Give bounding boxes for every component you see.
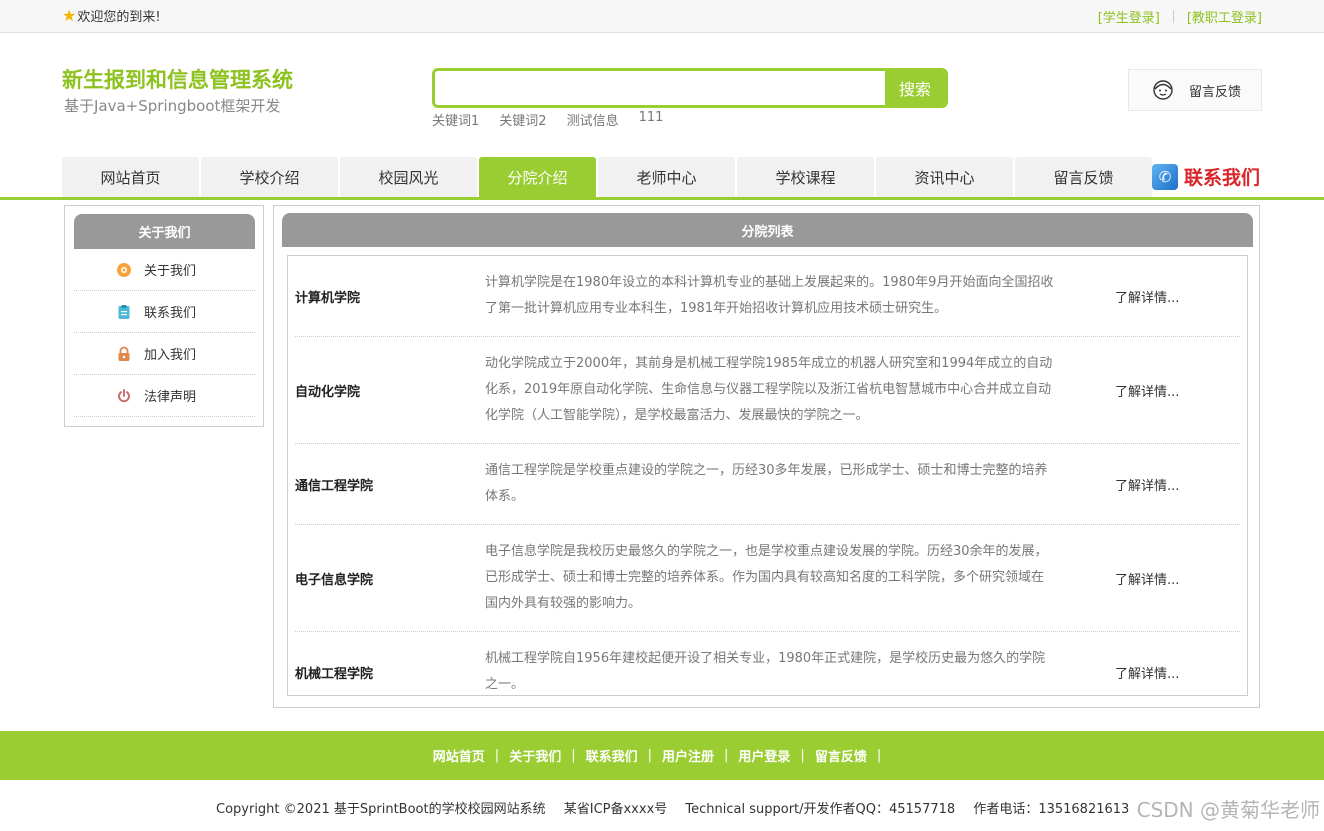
sidebar-item-label: 法律声明 bbox=[144, 390, 197, 405]
college-name[interactable]: 机械工程学院 bbox=[295, 663, 485, 682]
sidebar-item-legal[interactable]: 法律声明 bbox=[74, 375, 255, 417]
keyword-link[interactable]: 关键词1 bbox=[432, 110, 479, 129]
sidebar-item-join[interactable]: 加入我们 bbox=[74, 333, 255, 375]
nav-item-courses[interactable]: 学校课程 bbox=[737, 157, 874, 197]
sidebar-item-label: 关于我们 bbox=[144, 264, 197, 279]
site-title: 新生报到和信息管理系统 bbox=[62, 68, 293, 92]
copyright-info: Copyright ©2021 基于SprintBoot的学校校园网站系统 某省… bbox=[216, 798, 1143, 817]
sidebar-item-contact[interactable]: 联系我们 bbox=[74, 291, 255, 333]
info-icon bbox=[116, 262, 132, 278]
site-subtitle: 基于Java+Springboot框架开发 bbox=[64, 97, 281, 115]
sidebar-item-about[interactable]: 关于我们 bbox=[74, 249, 255, 291]
phone-text: 作者电话：13516821613 bbox=[973, 802, 1130, 817]
college-description: 通信工程学院是学校重点建设的学院之一，历经30多年发展，已形成学士、硕士和博士完… bbox=[485, 463, 1048, 504]
sidebar: 关于我们 关于我们 联系我们 加入我们 法律声明 bbox=[64, 205, 264, 427]
divider bbox=[1172, 10, 1174, 23]
footer-separator: | bbox=[494, 748, 500, 763]
phone-icon: ✆ bbox=[1152, 163, 1178, 190]
footer-nav: 网站首页 | 关于我们 | 联系我们 | 用户注册 | 用户登录 | 留言反馈 | bbox=[0, 731, 1324, 780]
student-login-link[interactable]: [学生登录] bbox=[1098, 7, 1160, 26]
more-details-link[interactable]: 了解详情... bbox=[1115, 569, 1179, 588]
more-details-link[interactable]: 了解详情... bbox=[1115, 663, 1179, 682]
lock-icon bbox=[116, 346, 132, 362]
footer-separator: | bbox=[571, 748, 576, 763]
welcome-text: 欢迎您的到来! bbox=[77, 10, 161, 25]
icp-text: 某省ICP备xxxx号 bbox=[563, 802, 668, 817]
college-row: 计算机学院 计算机学院是在1980年设立的本科计算机专业的基础上发展起来的。19… bbox=[295, 256, 1240, 337]
keyword-link[interactable]: 关键词2 bbox=[499, 110, 546, 129]
nav-divider bbox=[0, 197, 1324, 200]
top-bar: ★ 欢迎您的到来! [学生登录] [教职工登录] bbox=[0, 0, 1324, 33]
college-description: 计算机学院是在1980年设立的本科计算机专业的基础上发展起来的。1980年9月开… bbox=[485, 275, 1054, 316]
footer-link-register[interactable]: 用户注册 bbox=[662, 746, 714, 765]
more-details-link[interactable]: 了解详情... bbox=[1115, 475, 1179, 494]
college-description: 动化学院成立于2000年，其前身是机械工程学院1985年成立的机器人研究室和19… bbox=[485, 356, 1053, 423]
footer-separator: | bbox=[647, 748, 652, 763]
college-name[interactable]: 通信工程学院 bbox=[295, 475, 485, 494]
sidebar-title: 关于我们 bbox=[74, 214, 255, 249]
nav-item-campus-scenery[interactable]: 校园风光 bbox=[340, 157, 477, 197]
feedback-button[interactable]: 留言反馈 bbox=[1128, 69, 1262, 111]
college-row: 自动化学院 动化学院成立于2000年，其前身是机械工程学院1985年成立的机器人… bbox=[295, 337, 1240, 444]
welcome-message: ★ 欢迎您的到来! bbox=[62, 6, 161, 25]
panel-title: 分院列表 bbox=[282, 213, 1253, 247]
footer-link-about[interactable]: 关于我们 bbox=[509, 746, 561, 765]
search-button[interactable]: 搜索 bbox=[885, 71, 945, 105]
more-details-link[interactable]: 了解详情... bbox=[1115, 287, 1179, 306]
star-icon: ★ bbox=[62, 5, 77, 25]
staff-login-link[interactable]: [教职工登录] bbox=[1187, 7, 1262, 26]
footer-link-contact[interactable]: 联系我们 bbox=[586, 746, 638, 765]
footer-separator: | bbox=[724, 748, 729, 763]
nav-item-home[interactable]: 网站首页 bbox=[62, 157, 199, 197]
footer-link-login[interactable]: 用户登录 bbox=[738, 746, 790, 765]
nav-item-teachers[interactable]: 老师中心 bbox=[598, 157, 735, 197]
footer-link-home[interactable]: 网站首页 bbox=[433, 746, 485, 765]
contact-us-link[interactable]: ✆ 联系我们 bbox=[1152, 163, 1260, 190]
power-icon bbox=[116, 388, 132, 404]
college-panel: 分院列表 计算机学院 计算机学院是在1980年设立的本科计算机专业的基础上发展起… bbox=[273, 205, 1260, 708]
clipboard-icon bbox=[116, 304, 132, 320]
copyright-text: Copyright ©2021 基于SprintBoot的学校校园网站系统 bbox=[216, 802, 546, 817]
nav-item-colleges[interactable]: 分院介绍 bbox=[479, 157, 596, 197]
search-input[interactable] bbox=[435, 71, 885, 105]
contact-us-label: 联系我们 bbox=[1184, 167, 1261, 189]
college-list: 计算机学院 计算机学院是在1980年设立的本科计算机专业的基础上发展起来的。19… bbox=[287, 255, 1248, 696]
search-bar: 搜索 bbox=[432, 68, 948, 108]
sidebar-item-label: 加入我们 bbox=[144, 348, 197, 363]
nav-item-news[interactable]: 资讯中心 bbox=[876, 157, 1013, 197]
sidebar-list: 关于我们 联系我们 加入我们 法律声明 bbox=[74, 249, 255, 417]
headset-avatar-icon bbox=[1153, 80, 1173, 100]
college-name[interactable]: 电子信息学院 bbox=[295, 569, 485, 588]
more-details-link[interactable]: 了解详情... bbox=[1115, 381, 1179, 400]
keyword-link[interactable]: 测试信息 bbox=[567, 110, 619, 129]
footer-separator: | bbox=[876, 748, 882, 763]
nav-item-feedback[interactable]: 留言反馈 bbox=[1015, 157, 1152, 197]
college-row: 通信工程学院 通信工程学院是学校重点建设的学院之一，历经30多年发展，已形成学士… bbox=[295, 444, 1240, 525]
sidebar-item-label: 联系我们 bbox=[144, 306, 197, 321]
feedback-label: 留言反馈 bbox=[1189, 84, 1242, 100]
footer-link-feedback[interactable]: 留言反馈 bbox=[815, 746, 867, 765]
main-nav: 网站首页 学校介绍 校园风光 分院介绍 老师中心 学校课程 资讯中心 留言反馈 bbox=[62, 157, 1152, 197]
college-name[interactable]: 自动化学院 bbox=[295, 381, 485, 400]
footer-separator: | bbox=[800, 748, 805, 763]
college-row: 机械工程学院 机械工程学院自1956年建校起便开设了相关专业，1980年正式建院… bbox=[295, 632, 1240, 695]
college-description: 机械工程学院自1956年建校起便开设了相关专业，1980年正式建院，是学校历史最… bbox=[485, 651, 1046, 692]
college-description: 电子信息学院是我校历史最悠久的学院之一，也是学校重点建设发展的学院。历经30余年… bbox=[485, 544, 1048, 611]
college-name[interactable]: 计算机学院 bbox=[295, 287, 485, 306]
keyword-link[interactable]: 111 bbox=[639, 110, 664, 129]
hot-keywords: 关键词1 关键词2 测试信息 111 bbox=[432, 110, 663, 129]
nav-item-school-intro[interactable]: 学校介绍 bbox=[201, 157, 338, 197]
watermark: CSDN @黄菊华老师 bbox=[1136, 798, 1320, 822]
college-row: 电子信息学院 电子信息学院是我校历史最悠久的学院之一，也是学校重点建设发展的学院… bbox=[295, 525, 1240, 632]
support-text: Technical support/开发作者QQ：45157718 bbox=[685, 802, 956, 817]
login-links: [学生登录] [教职工登录] bbox=[1098, 7, 1262, 26]
